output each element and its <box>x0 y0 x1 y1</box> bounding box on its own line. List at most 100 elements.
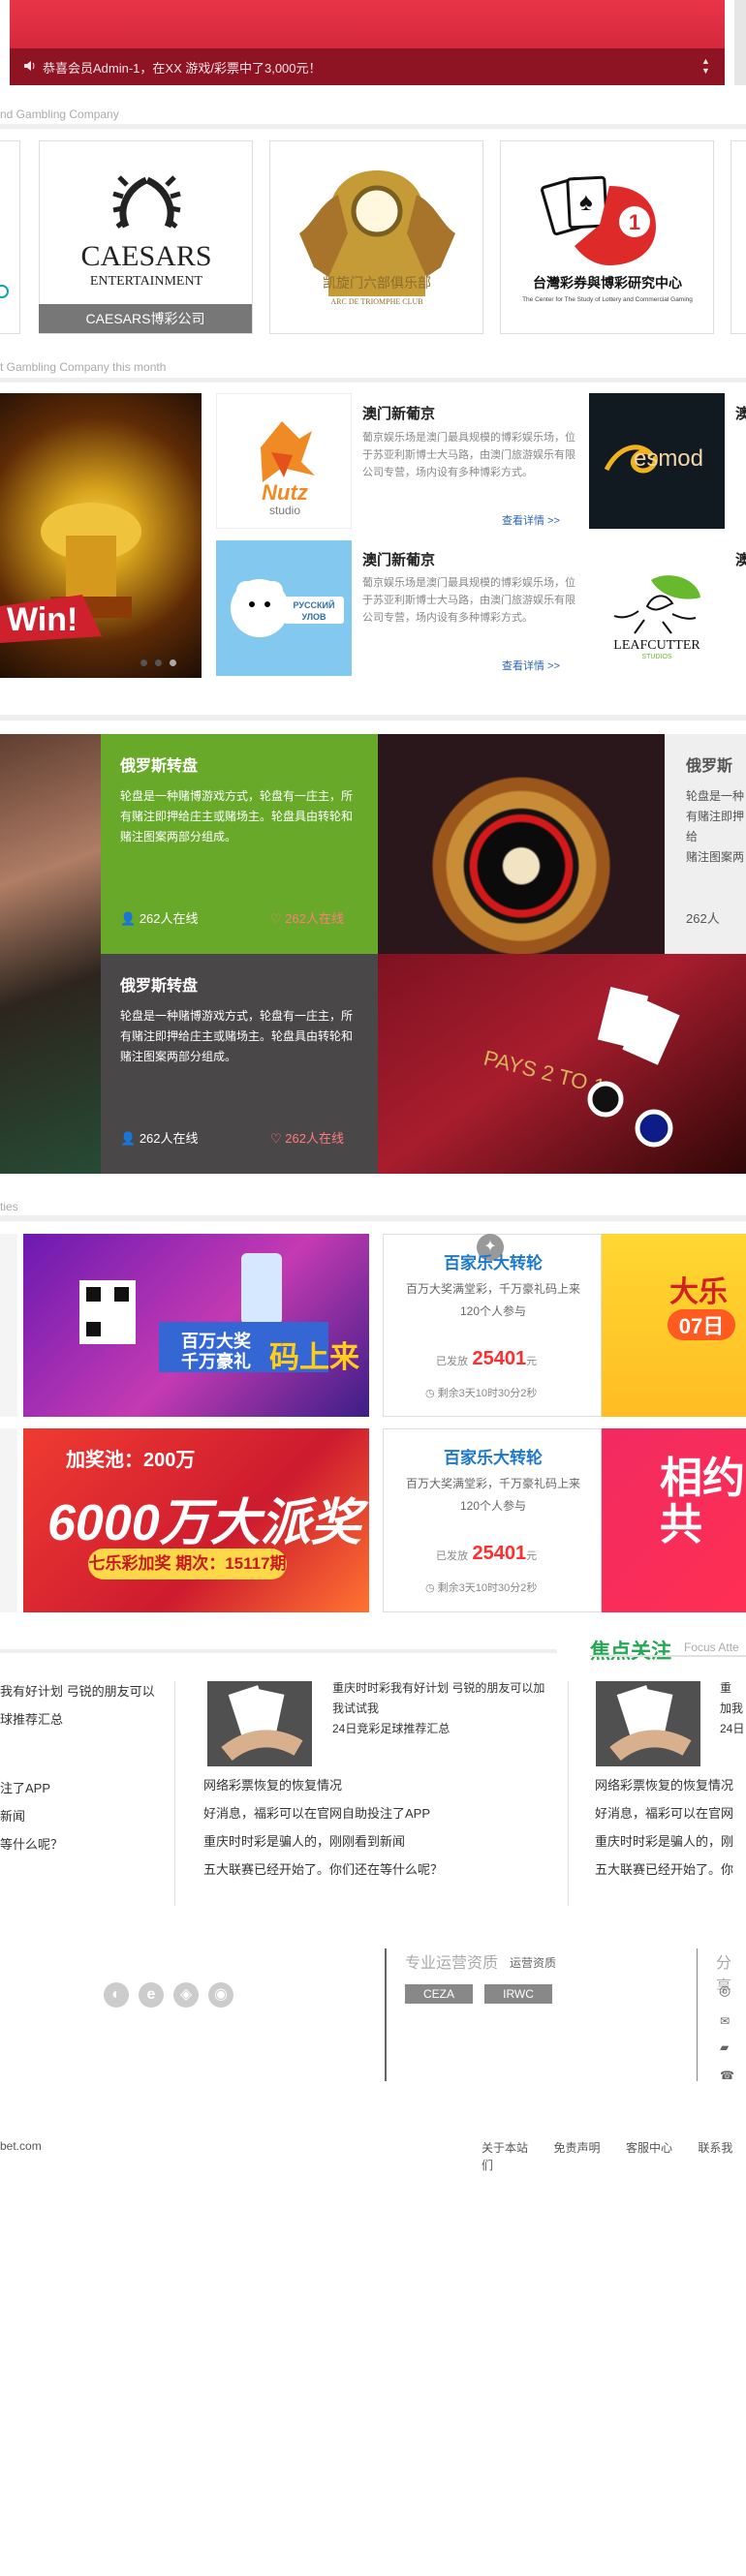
news-link[interactable]: 球推荐汇总 <box>0 1705 174 1733</box>
bear-logo: РУССКИЙ УЛОВ <box>231 579 344 637</box>
news-link[interactable]: 重庆时时彩我有好计划 弓锐的朋友可以加我试试我 <box>332 1678 547 1719</box>
vertical-divider <box>697 1948 698 2081</box>
news-link[interactable]: 网络彩票恢复的恢复情况 <box>203 1771 552 1799</box>
promo-image-right[interactable]: 相约共 <box>602 1428 746 1612</box>
roulette-card[interactable]: 俄罗斯转盘 轮盘是一种赌博游戏方式，轮盘有一庄主，所有赌注即押给庄主或赌场主。轮… <box>101 954 378 1174</box>
esmod-logo-card[interactable]: esmod <box>589 393 725 529</box>
site-url[interactable]: bet.com <box>0 2139 42 2153</box>
period-badge: 七乐彩加奖 期次：15117期 <box>88 1549 287 1579</box>
slider-dot[interactable] <box>155 659 162 666</box>
slider-dot-active[interactable] <box>170 659 176 666</box>
svg-text:STUDIOS: STUDIOS <box>641 654 671 660</box>
news-link[interactable]: 等什么呢？ <box>0 1830 174 1858</box>
more-link[interactable]: 查看详情 >> <box>502 512 560 528</box>
online-count: 👤 262人在线 <box>120 911 199 926</box>
trophy-win-graphic: Win! <box>0 503 141 643</box>
news-link[interactable]: 五大联赛已经开始了。你们还在等什么呢？ <box>203 1855 552 1884</box>
news-list-right-top: 重 加我 24日 <box>720 1678 746 1739</box>
logo-card-prev[interactable] <box>0 140 20 334</box>
chat-icon[interactable]: ▰ <box>720 2040 729 2054</box>
promo-title[interactable]: 百家乐大转轮 <box>384 1444 603 1468</box>
svg-text:PAYS 2 TO 1: PAYS 2 TO 1 <box>482 1046 607 1099</box>
footer-link-service[interactable]: 客服中心 <box>626 2141 672 2155</box>
news-link[interactable]: 加我 <box>720 1699 746 1719</box>
fox-logo: Nutzstudio <box>261 421 315 517</box>
hot-count: ♡ 262人在线 <box>270 1131 344 1146</box>
news-link[interactable]: 24日 <box>720 1719 746 1739</box>
bear-logo-card[interactable]: РУССКИЙ УЛОВ <box>216 540 352 676</box>
news-link[interactable]: 五大联赛已经开始了。你 <box>595 1855 746 1884</box>
promo-title[interactable]: 百家乐大转轮 <box>384 1249 603 1273</box>
news-link[interactable]: 新闻 <box>0 1802 174 1830</box>
mail-icon[interactable]: ✉ <box>720 2014 730 2028</box>
focus-title: 焦点关注 <box>590 1641 671 1663</box>
search-browser-icon[interactable]: ◉ <box>208 1982 233 2008</box>
roulette-card-partial[interactable]: 俄罗斯 轮盘是一种 有赌注即押给 赌注图案两 262人 <box>665 734 746 954</box>
news-text: 葡京娱乐场是澳门最具规模的博彩娱乐场，位于苏亚利斯博士大马路，由澳门旅游娱乐有限… <box>362 432 575 478</box>
logo-card-arc[interactable]: 凯旋门六部俱乐部 ARC DE TRIOMPHE CLUB <box>269 140 483 334</box>
featured-trophy-image[interactable]: Win! <box>0 393 202 678</box>
browser-icon[interactable]: ◐ <box>104 1982 129 2008</box>
prize-headline: 6000万大派奖 <box>47 1495 361 1551</box>
online-count: 👤 262人在线 <box>120 1131 199 1146</box>
card-text: 轮盘是一种赌博游戏方式，轮盘有一庄主，所有赌注即押给庄主或赌场主。轮盘具由转轮和… <box>120 789 354 843</box>
news-link[interactable]: 重 <box>720 1678 746 1699</box>
leafcutter-logo: LEAFCUTTERSTUDIOS <box>613 575 700 660</box>
leafcutter-logo-card[interactable]: LEAFCUTTER STUDIOS <box>589 540 725 676</box>
divider <box>590 1655 746 1657</box>
svg-text:LEAFCUTTER: LEAFCUTTER <box>613 638 700 653</box>
partners-title: nd Gambling Company <box>0 107 119 121</box>
divider <box>0 124 746 129</box>
safari-icon[interactable]: ◈ <box>173 1982 199 2008</box>
logo-card-taiwan[interactable]: ♠ 1 台灣彩券與博彩研究中心 The Center for The Study… <box>500 140 714 334</box>
activities-title: ties <box>0 1200 18 1213</box>
promo-participants: 120个人参与 <box>459 1499 527 1513</box>
weibo-icon[interactable]: ◎ <box>719 1982 730 1999</box>
divider <box>0 1215 746 1221</box>
news-link[interactable]: 注了APP <box>0 1774 174 1802</box>
players-image[interactable] <box>0 734 101 1174</box>
card-title: 俄罗斯转盘 <box>120 978 199 995</box>
countdown: ◷ 剩余3天10时30分2秒 <box>425 1582 538 1594</box>
news-link[interactable]: 重庆时时彩是骗人的，刚 <box>595 1827 746 1855</box>
up-down-icon[interactable]: ▲ ▼ <box>701 56 710 76</box>
news-title-partial[interactable]: 澳 <box>735 403 746 423</box>
promo-partial-left[interactable] <box>0 1428 17 1612</box>
caesars-logo: CAESARS ENTERTAINMENT <box>80 175 212 289</box>
news-list-left: 我有好计划 弓锐的朋友可以 球推荐汇总 注了APP 新闻 等什么呢？ <box>0 1677 174 1858</box>
esmod-logo: esmod <box>604 445 703 474</box>
news-title[interactable]: 澳门新葡京 <box>362 549 435 569</box>
irwc-badge: IRWC <box>484 1984 552 2004</box>
promo-image-qr[interactable]: 百万大奖 千万豪礼 码上来 <box>23 1234 369 1417</box>
news-link[interactable]: 好消息，福彩可以在官网自助投注了APP <box>203 1799 552 1827</box>
news-link[interactable]: 好消息，福彩可以在官网 <box>595 1799 746 1827</box>
svg-text:ARC DE TRIOMPHE CLUB: ARC DE TRIOMPHE CLUB <box>330 297 422 306</box>
svg-text:РУССКИЙ: РУССКИЙ <box>294 599 335 610</box>
news-list-right: 网络彩票恢复的恢复情况 好消息，福彩可以在官网 重庆时时彩是骗人的，刚 五大联赛… <box>595 1771 746 1884</box>
roulette-card[interactable]: 俄罗斯转盘 轮盘是一种赌博游戏方式，轮盘有一庄主，所有赌注即押给庄主或赌场主。轮… <box>101 734 378 954</box>
promo-card[interactable]: 百家乐大转轮 百万大奖满堂彩，千万豪礼码上来 120个人参与 已发放 25401… <box>383 1428 602 1612</box>
arc-triomphe-logo: 凯旋门六部俱乐部 ARC DE TRIOMPHE CLUB <box>299 170 455 306</box>
promo-card[interactable]: ✦ 百家乐大转轮 百万大奖满堂彩，千万豪礼码上来 120个人参与 已发放 254… <box>383 1234 602 1417</box>
promo-partial-left[interactable] <box>0 1234 17 1417</box>
news-link[interactable]: 网络彩票恢复的恢复情况 <box>595 1771 746 1799</box>
news-link[interactable]: 24日竞彩足球推荐汇总 <box>332 1719 547 1739</box>
promo-image-lottery[interactable]: 加奖池：200万 6000万大派奖 七乐彩加奖 期次：15117期 <box>23 1428 369 1612</box>
footer-link-disclaimer[interactable]: 免责声明 <box>553 2141 600 2155</box>
news-link[interactable]: 重庆时时彩是骗人的，刚刚看到新闻 <box>203 1827 552 1855</box>
edge-icon[interactable]: e <box>139 1982 164 2008</box>
more-link[interactable]: 查看详情 >> <box>502 658 560 673</box>
logo-card-next[interactable] <box>730 140 746 334</box>
blackjack-table-image[interactable]: PAYS 2 TO 1 <box>378 954 746 1174</box>
nutz-logo-card[interactable]: Nutz studio <box>216 393 352 529</box>
news-title[interactable]: 澳门新葡京 <box>362 403 435 423</box>
phone-icon[interactable]: ☎ <box>720 2069 734 2082</box>
news-link[interactable]: 我有好计划 弓锐的朋友可以 <box>0 1677 174 1705</box>
roulette-wheel-image[interactable] <box>378 734 665 954</box>
cards-image[interactable] <box>207 1681 312 1766</box>
news-title-partial[interactable]: 澳 <box>735 549 746 569</box>
cards-image[interactable] <box>596 1681 700 1766</box>
promo-image-right[interactable]: 大乐 07日 <box>602 1234 746 1417</box>
slider-dot[interactable] <box>140 659 147 666</box>
footer-link-about[interactable]: 关于本站 <box>482 2141 528 2155</box>
